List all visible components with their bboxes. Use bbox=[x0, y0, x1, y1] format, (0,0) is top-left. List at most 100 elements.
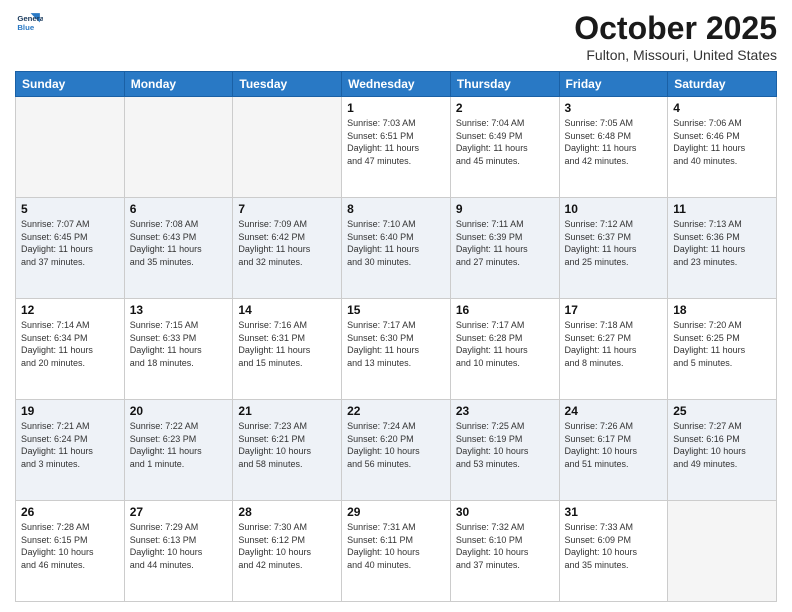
day-info: Sunrise: 7:05 AM Sunset: 6:48 PM Dayligh… bbox=[565, 117, 663, 167]
table-row: 14 Sunrise: 7:16 AM Sunset: 6:31 PM Dayli… bbox=[233, 299, 342, 400]
table-row: 28Sunrise: 7:30 AM Sunset: 6:12 PM Dayli… bbox=[233, 501, 342, 602]
day-info: Sunrise: 7:22 AM Sunset: 6:23 PM Dayligh… bbox=[130, 420, 228, 470]
day-number: 6 bbox=[130, 202, 228, 216]
table-row: 10Sunrise: 7:12 AM Sunset: 6:37 PM Dayli… bbox=[559, 198, 668, 299]
page: General Blue October 2025 Fulton, Missou… bbox=[0, 0, 792, 612]
table-row: 25 Sunrise: 7:27 AM Sunset: 6:16 PM Dayli… bbox=[668, 400, 777, 501]
month-title: October 2025 bbox=[574, 10, 777, 47]
day-info: Sunrise: 7:14 AM Sunset: 6:34 PM Dayligh… bbox=[21, 319, 119, 369]
header-tuesday: Tuesday bbox=[233, 72, 342, 97]
location: Fulton, Missouri, United States bbox=[574, 47, 777, 63]
table-row bbox=[124, 97, 233, 198]
table-row: 27 Sunrise: 7:29 AM Sunset: 6:13 PM Dayli… bbox=[124, 501, 233, 602]
day-number: 30 bbox=[456, 505, 554, 519]
header-saturday: Saturday bbox=[668, 72, 777, 97]
day-number: 5 bbox=[21, 202, 119, 216]
table-row: 9Sunrise: 7:11 AM Sunset: 6:39 PM Daylig… bbox=[450, 198, 559, 299]
calendar-table: Sunday Monday Tuesday Wednesday Thursday… bbox=[15, 71, 777, 602]
table-row: 16 Sunrise: 7:17 AM Sunset: 6:28 PM Dayli… bbox=[450, 299, 559, 400]
days-header-row: Sunday Monday Tuesday Wednesday Thursday… bbox=[16, 72, 777, 97]
header-sunday: Sunday bbox=[16, 72, 125, 97]
table-row: 26 Sunrise: 7:28 AM Sunset: 6:15 PM Dayli… bbox=[16, 501, 125, 602]
day-info: Sunrise: 7:08 AM Sunset: 6:43 PM Dayligh… bbox=[130, 218, 228, 268]
day-number: 13 bbox=[130, 303, 228, 317]
header-thursday: Thursday bbox=[450, 72, 559, 97]
table-row: 17 Sunrise: 7:18 AM Sunset: 6:27 PM Dayli… bbox=[559, 299, 668, 400]
day-info: Sunrise: 7:12 AM Sunset: 6:37 PM Dayligh… bbox=[565, 218, 663, 268]
day-number: 8 bbox=[347, 202, 445, 216]
title-block: October 2025 Fulton, Missouri, United St… bbox=[574, 10, 777, 63]
day-info: Sunrise: 7:04 AM Sunset: 6:49 PM Dayligh… bbox=[456, 117, 554, 167]
day-info: Sunrise: 7:27 AM Sunset: 6:16 PM Dayligh… bbox=[673, 420, 771, 470]
table-row: 13 Sunrise: 7:15 AM Sunset: 6:33 PM Dayli… bbox=[124, 299, 233, 400]
table-row: 23Sunrise: 7:25 AM Sunset: 6:19 PM Dayli… bbox=[450, 400, 559, 501]
day-number: 19 bbox=[21, 404, 119, 418]
logo-icon: General Blue bbox=[15, 10, 43, 38]
day-info: Sunrise: 7:26 AM Sunset: 6:17 PM Dayligh… bbox=[565, 420, 663, 470]
table-row: 4 Sunrise: 7:06 AM Sunset: 6:46 PM Daylig… bbox=[668, 97, 777, 198]
header: General Blue October 2025 Fulton, Missou… bbox=[15, 10, 777, 63]
svg-text:Blue: Blue bbox=[17, 23, 35, 32]
table-row: 22Sunrise: 7:24 AM Sunset: 6:20 PM Dayli… bbox=[342, 400, 451, 501]
day-info: Sunrise: 7:32 AM Sunset: 6:10 PM Dayligh… bbox=[456, 521, 554, 571]
table-row: 30 Sunrise: 7:32 AM Sunset: 6:10 PM Dayli… bbox=[450, 501, 559, 602]
day-number: 7 bbox=[238, 202, 336, 216]
day-number: 21 bbox=[238, 404, 336, 418]
day-info: Sunrise: 7:03 AM Sunset: 6:51 PM Dayligh… bbox=[347, 117, 445, 167]
day-number: 17 bbox=[565, 303, 663, 317]
day-info: Sunrise: 7:18 AM Sunset: 6:27 PM Dayligh… bbox=[565, 319, 663, 369]
day-info: Sunrise: 7:23 AM Sunset: 6:21 PM Dayligh… bbox=[238, 420, 336, 470]
day-info: Sunrise: 7:31 AM Sunset: 6:11 PM Dayligh… bbox=[347, 521, 445, 571]
day-number: 20 bbox=[130, 404, 228, 418]
day-info: Sunrise: 7:17 AM Sunset: 6:30 PM Dayligh… bbox=[347, 319, 445, 369]
day-number: 3 bbox=[565, 101, 663, 115]
day-number: 24 bbox=[565, 404, 663, 418]
day-number: 25 bbox=[673, 404, 771, 418]
table-row: 24 Sunrise: 7:26 AM Sunset: 6:17 PM Dayli… bbox=[559, 400, 668, 501]
table-row: 31 Sunrise: 7:33 AM Sunset: 6:09 PM Dayli… bbox=[559, 501, 668, 602]
day-number: 26 bbox=[21, 505, 119, 519]
day-info: Sunrise: 7:10 AM Sunset: 6:40 PM Dayligh… bbox=[347, 218, 445, 268]
day-info: Sunrise: 7:29 AM Sunset: 6:13 PM Dayligh… bbox=[130, 521, 228, 571]
day-number: 28 bbox=[238, 505, 336, 519]
day-info: Sunrise: 7:21 AM Sunset: 6:24 PM Dayligh… bbox=[21, 420, 119, 470]
calendar-week-4: 26 Sunrise: 7:28 AM Sunset: 6:15 PM Dayli… bbox=[16, 501, 777, 602]
day-number: 11 bbox=[673, 202, 771, 216]
table-row: 29 Sunrise: 7:31 AM Sunset: 6:11 PM Dayli… bbox=[342, 501, 451, 602]
table-row: 21 Sunrise: 7:23 AM Sunset: 6:21 PM Dayli… bbox=[233, 400, 342, 501]
table-row: 19 Sunrise: 7:21 AM Sunset: 6:24 PM Dayli… bbox=[16, 400, 125, 501]
table-row: 6 Sunrise: 7:08 AM Sunset: 6:43 PM Daylig… bbox=[124, 198, 233, 299]
day-number: 31 bbox=[565, 505, 663, 519]
table-row: 5 Sunrise: 7:07 AM Sunset: 6:45 PM Daylig… bbox=[16, 198, 125, 299]
day-number: 27 bbox=[130, 505, 228, 519]
day-info: Sunrise: 7:25 AM Sunset: 6:19 PM Dayligh… bbox=[456, 420, 554, 470]
day-info: Sunrise: 7:15 AM Sunset: 6:33 PM Dayligh… bbox=[130, 319, 228, 369]
table-row: 3 Sunrise: 7:05 AM Sunset: 6:48 PM Daylig… bbox=[559, 97, 668, 198]
day-info: Sunrise: 7:13 AM Sunset: 6:36 PM Dayligh… bbox=[673, 218, 771, 268]
day-info: Sunrise: 7:24 AM Sunset: 6:20 PM Dayligh… bbox=[347, 420, 445, 470]
table-row: 11 Sunrise: 7:13 AM Sunset: 6:36 PM Dayli… bbox=[668, 198, 777, 299]
day-number: 16 bbox=[456, 303, 554, 317]
table-row bbox=[233, 97, 342, 198]
day-info: Sunrise: 7:16 AM Sunset: 6:31 PM Dayligh… bbox=[238, 319, 336, 369]
table-row: 8 Sunrise: 7:10 AM Sunset: 6:40 PM Daylig… bbox=[342, 198, 451, 299]
day-info: Sunrise: 7:06 AM Sunset: 6:46 PM Dayligh… bbox=[673, 117, 771, 167]
day-number: 29 bbox=[347, 505, 445, 519]
calendar-week-2: 12 Sunrise: 7:14 AM Sunset: 6:34 PM Dayli… bbox=[16, 299, 777, 400]
day-info: Sunrise: 7:33 AM Sunset: 6:09 PM Dayligh… bbox=[565, 521, 663, 571]
header-monday: Monday bbox=[124, 72, 233, 97]
table-row: 18Sunrise: 7:20 AM Sunset: 6:25 PM Dayli… bbox=[668, 299, 777, 400]
calendar-week-0: 1 Sunrise: 7:03 AM Sunset: 6:51 PM Daylig… bbox=[16, 97, 777, 198]
day-info: Sunrise: 7:17 AM Sunset: 6:28 PM Dayligh… bbox=[456, 319, 554, 369]
header-wednesday: Wednesday bbox=[342, 72, 451, 97]
day-number: 1 bbox=[347, 101, 445, 115]
header-friday: Friday bbox=[559, 72, 668, 97]
calendar-week-3: 19 Sunrise: 7:21 AM Sunset: 6:24 PM Dayli… bbox=[16, 400, 777, 501]
day-info: Sunrise: 7:09 AM Sunset: 6:42 PM Dayligh… bbox=[238, 218, 336, 268]
day-info: Sunrise: 7:28 AM Sunset: 6:15 PM Dayligh… bbox=[21, 521, 119, 571]
day-number: 4 bbox=[673, 101, 771, 115]
day-number: 12 bbox=[21, 303, 119, 317]
day-number: 9 bbox=[456, 202, 554, 216]
day-number: 14 bbox=[238, 303, 336, 317]
day-info: Sunrise: 7:07 AM Sunset: 6:45 PM Dayligh… bbox=[21, 218, 119, 268]
